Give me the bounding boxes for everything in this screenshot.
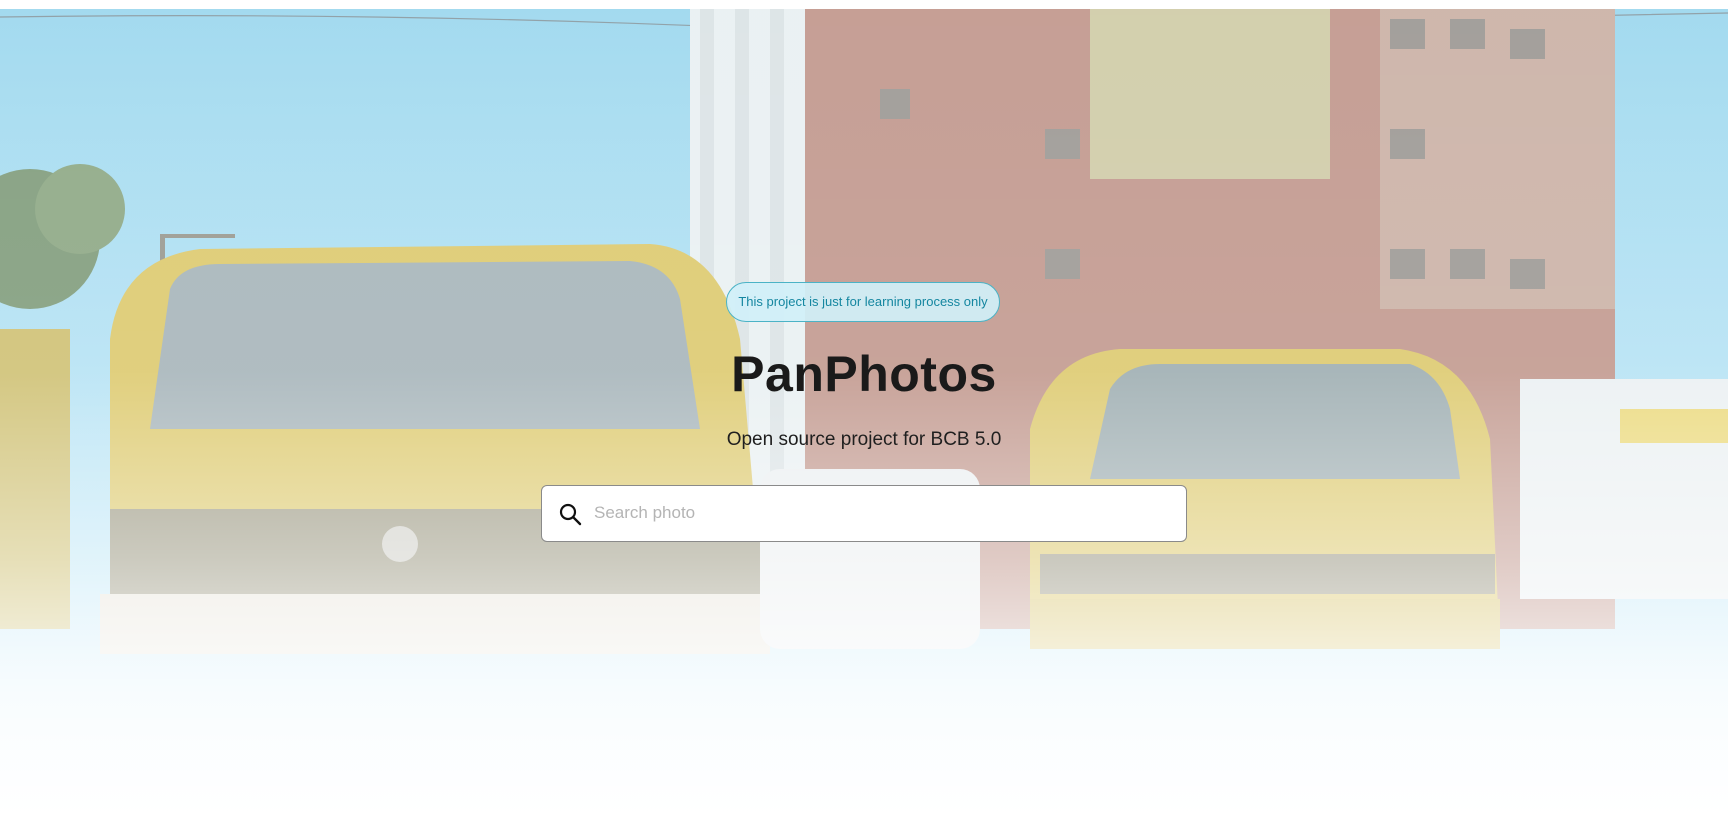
site-title: PanPhotos [731, 346, 997, 402]
learning-notice-badge: This project is just for learning proces… [726, 282, 1000, 322]
search-icon [559, 503, 582, 526]
hero-content: This project is just for learning proces… [0, 0, 1728, 816]
site-subtitle: Open source project for BCB 5.0 [726, 429, 1002, 450]
search-input[interactable] [590, 494, 1178, 532]
search-box[interactable] [541, 485, 1187, 542]
